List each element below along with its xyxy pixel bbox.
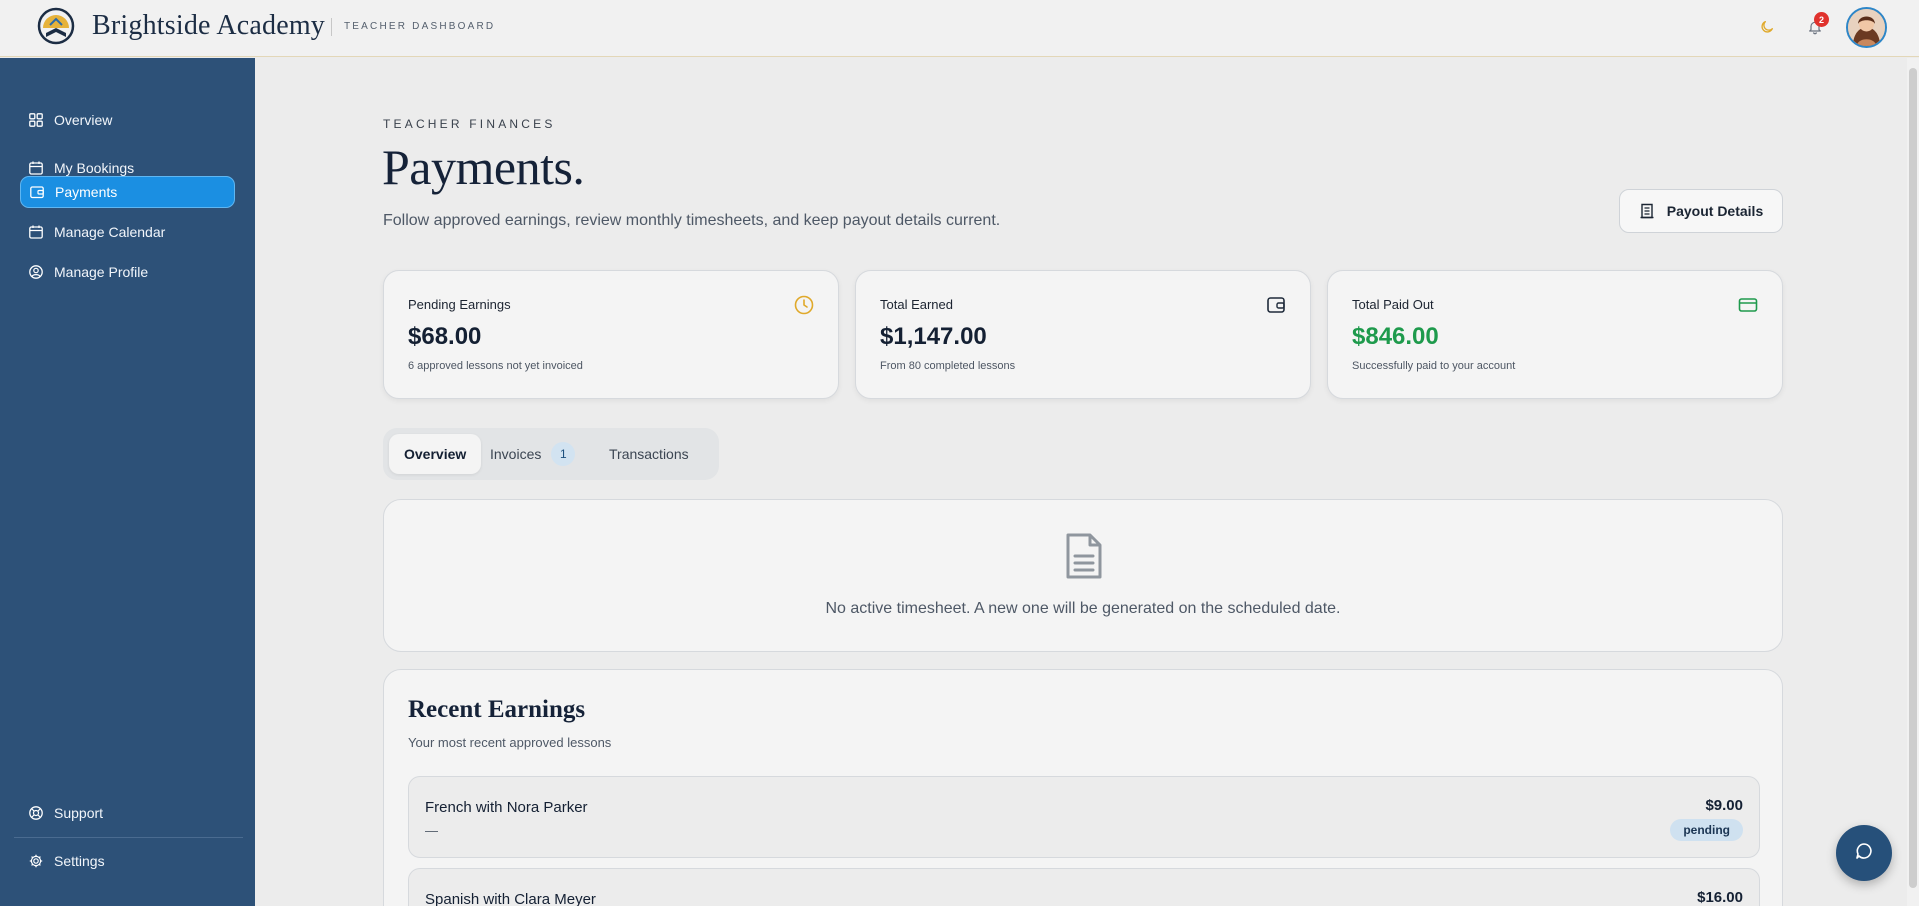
- sidebar-item-manage-profile[interactable]: Manage Profile: [20, 256, 235, 288]
- list-item[interactable]: Spanish with Clara Meyer — $16.00 pendin…: [408, 868, 1760, 906]
- tab-label: Invoices: [490, 446, 542, 462]
- tab-invoices[interactable]: Invoices 1: [480, 434, 585, 474]
- earning-name: Spanish with Clara Meyer: [425, 891, 596, 906]
- recent-earnings-subtitle: Your most recent approved lessons: [408, 735, 612, 750]
- tab-transactions[interactable]: Transactions: [599, 434, 699, 474]
- sidebar-item-support[interactable]: Support: [20, 797, 235, 829]
- wallet-icon: [29, 184, 45, 200]
- stat-label: Total Earned: [880, 297, 953, 312]
- timesheet-card: No active timesheet. A new one will be g…: [383, 499, 1783, 652]
- gear-icon: [28, 853, 44, 869]
- list-item[interactable]: French with Nora Parker — $9.00 pending: [408, 776, 1760, 858]
- academy-logo-icon[interactable]: [36, 6, 76, 46]
- sidebar-item-label: Support: [54, 805, 104, 821]
- user-circle-icon: [28, 264, 44, 280]
- page-description: Follow approved earnings, review monthly…: [383, 212, 1001, 229]
- brand-divider: [331, 18, 332, 36]
- payout-details-button[interactable]: Payout Details: [1619, 189, 1783, 233]
- pending-earnings-card: Pending Earnings $68.00 6 approved lesso…: [383, 270, 839, 399]
- sidebar-item-settings[interactable]: Settings: [20, 845, 235, 877]
- sidebar-divider: [14, 837, 243, 838]
- status-badge: pending: [1670, 819, 1743, 841]
- recent-earnings-title: Recent Earnings: [408, 696, 586, 723]
- dashboard-subtitle: TEACHER DASHBOARD: [344, 21, 496, 32]
- stat-value: $846.00: [1352, 323, 1439, 350]
- tab-overview[interactable]: Overview: [389, 434, 482, 474]
- user-avatar[interactable]: [1846, 7, 1887, 48]
- chat-bubble-icon: [1854, 841, 1874, 866]
- calendar-icon: [28, 160, 44, 176]
- wallet-icon: [1266, 295, 1286, 320]
- top-bar: Brightside Academy TEACHER DASHBOARD 2: [0, 0, 1919, 57]
- notification-badge: 2: [1814, 12, 1829, 27]
- earning-detail: —: [425, 823, 438, 838]
- stat-label: Total Paid Out: [1352, 297, 1434, 312]
- recent-earnings-card: Recent Earnings Your most recent approve…: [383, 669, 1783, 906]
- payout-details-label: Payout Details: [1666, 203, 1764, 219]
- page-scrollbar[interactable]: [1907, 58, 1919, 906]
- stat-label: Pending Earnings: [408, 297, 511, 312]
- sidebar-item-label: Settings: [54, 853, 105, 869]
- total-paid-out-card: Total Paid Out $846.00 Successfully paid…: [1327, 270, 1783, 399]
- page-title: Payments.: [382, 139, 585, 195]
- sidebar-item-payments[interactable]: Payments: [20, 176, 235, 208]
- lifebuoy-icon: [28, 805, 44, 821]
- stat-subtext: From 80 completed lessons: [880, 360, 1016, 372]
- grid-icon: [28, 112, 44, 128]
- sidebar-item-label: Manage Profile: [54, 264, 149, 280]
- sidebar-item-manage-calendar[interactable]: Manage Calendar: [20, 216, 235, 248]
- sidebar-item-label: Manage Calendar: [54, 224, 166, 240]
- empty-timesheet-message: No active timesheet. A new one will be g…: [825, 600, 1341, 617]
- stat-subtext: 6 approved lessons not yet invoiced: [408, 360, 583, 372]
- sidebar-item-label: My Bookings: [54, 160, 135, 176]
- scrollbar-thumb[interactable]: [1909, 68, 1917, 888]
- earning-amount: $16.00: [1697, 889, 1743, 906]
- stat-subtext: Successfully paid to your account: [1352, 360, 1516, 372]
- payments-tabs: Overview Invoices 1 Transactions: [383, 428, 719, 480]
- total-earned-card: Total Earned $1,147.00 From 80 completed…: [855, 270, 1311, 399]
- sidebar-item-label: Payments: [55, 184, 118, 200]
- brand-name[interactable]: Brightside Academy: [92, 10, 325, 42]
- credit-card-icon: [1738, 295, 1758, 320]
- bank-icon: [1639, 203, 1655, 219]
- clock-icon: [794, 295, 814, 320]
- earning-amount: $9.00: [1705, 797, 1743, 814]
- calendar-icon: [28, 224, 44, 240]
- sidebar-item-overview[interactable]: Overview: [20, 104, 235, 136]
- invoice-count-badge: 1: [551, 442, 576, 466]
- chat-button[interactable]: [1836, 825, 1892, 881]
- stat-value: $68.00: [408, 323, 482, 350]
- document-icon: [1064, 532, 1104, 585]
- earning-name: French with Nora Parker: [425, 799, 588, 816]
- stat-value: $1,147.00: [880, 323, 987, 350]
- moon-icon[interactable]: [1756, 16, 1778, 38]
- sidebar: Overview My Bookings Payments Manage Cal…: [0, 58, 255, 906]
- page-eyebrow: TEACHER FINANCES: [383, 117, 556, 131]
- sidebar-item-label: Overview: [54, 112, 113, 128]
